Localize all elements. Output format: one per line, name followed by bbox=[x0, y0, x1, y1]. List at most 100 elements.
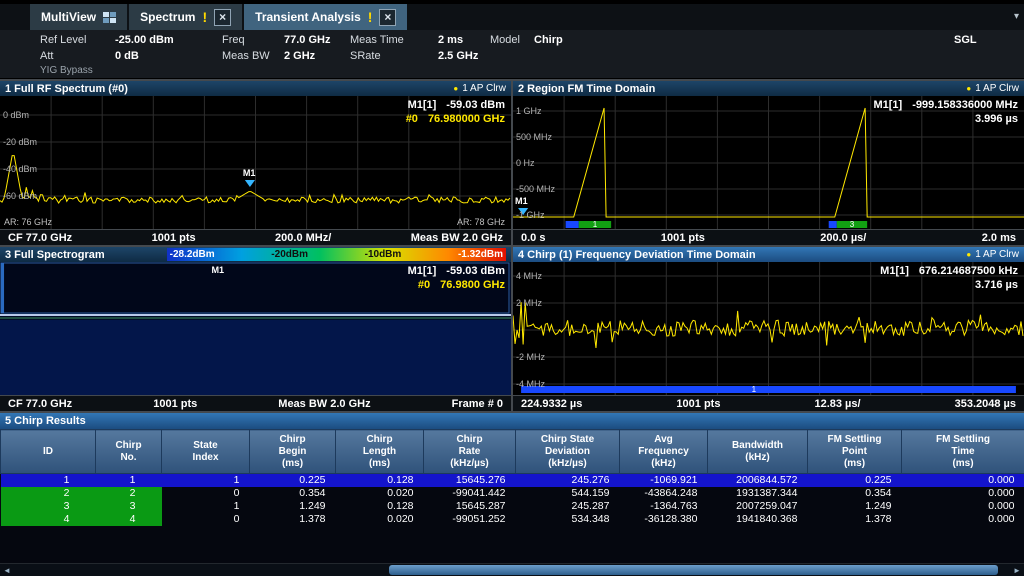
svg-text:M1: M1 bbox=[243, 168, 256, 178]
result-cell: -99051.252 bbox=[424, 513, 516, 526]
chirp-result-row[interactable]: 4401.3780.020-99051.252534.348-36128.380… bbox=[1, 513, 1024, 526]
result-cell: 2 bbox=[1, 487, 96, 500]
table-body: 1110.2250.12815645.276245.276-1069.92120… bbox=[1, 474, 1024, 527]
footer-readout: 224.9332 µs bbox=[521, 398, 582, 410]
trace-badge: ● 1 AP Clrw bbox=[453, 83, 506, 94]
footer-readout: 200.0 µs/ bbox=[820, 232, 866, 244]
window-title: 3 Full Spectrogram bbox=[5, 249, 105, 261]
result-cell: 0 bbox=[162, 487, 250, 500]
plot-footer: 0.0 s1001 pts200.0 µs/2.0 ms bbox=[513, 229, 1024, 245]
fm-time-domain-plot[interactable]: 13M1 M1[1]-999.158336000 MHz 3.996 µs 1 … bbox=[513, 96, 1024, 229]
result-cell: 0.128 bbox=[336, 500, 424, 513]
result-cell: 0 bbox=[162, 513, 250, 526]
horizontal-scrollbar[interactable]: ◄ ► bbox=[0, 563, 1024, 576]
srate-label: SRate bbox=[350, 50, 438, 62]
footer-readout: CF 77.0 GHz bbox=[8, 232, 72, 244]
settings-row-1: Ref Level -25.00 dBm Freq 77.0 GHz Meas … bbox=[40, 32, 1024, 48]
footer-readout: 200.0 MHz/ bbox=[275, 232, 331, 244]
att-value[interactable]: 0 dB bbox=[115, 50, 222, 62]
result-cell: 2 bbox=[96, 487, 162, 500]
ref-level-value[interactable]: -25.00 dBm bbox=[115, 34, 222, 46]
result-cell: 0.225 bbox=[250, 474, 336, 488]
footer-readout: 1001 pts bbox=[676, 398, 720, 410]
result-cell: 0.000 bbox=[902, 513, 1024, 526]
chirp-result-row[interactable]: 2200.3540.020-99041.442544.159-43864.248… bbox=[1, 487, 1024, 500]
column-header: ID bbox=[1, 430, 96, 474]
tab-transient-analysis[interactable]: Transient Analysis ! × bbox=[244, 4, 409, 30]
window-title: 1 Full RF Spectrum (#0) bbox=[5, 83, 128, 95]
column-header: FM Settling Point (ms) bbox=[808, 430, 902, 474]
colorbar-tick: -20dBm bbox=[271, 249, 308, 260]
chirp-result-row[interactable]: 3311.2490.12815645.287245.287-1364.76320… bbox=[1, 500, 1024, 513]
window-chirp-results: 5 Chirp Results IDChirp No.State IndexCh… bbox=[0, 411, 1024, 563]
result-cell: 1931387.344 bbox=[708, 487, 808, 500]
spectrogram-plot[interactable]: M1 M1[1]-59.03 dBm #076.9800 GHz bbox=[0, 262, 511, 395]
spectrogram-colorbar: -28.2dBm -20dBm -10dBm -1.32dBm bbox=[167, 248, 506, 261]
ref-level-label: Ref Level bbox=[40, 34, 115, 46]
result-cell: 1.378 bbox=[808, 513, 902, 526]
chirp-results-table: IDChirp No.State IndexChirp Begin (ms)Ch… bbox=[0, 429, 1024, 526]
yig-bypass-indicator: YIG Bypass bbox=[40, 64, 1024, 77]
settings-row-2: Att 0 dB Meas BW 2 GHz SRate 2.5 GHz bbox=[40, 48, 1024, 64]
window-header[interactable]: 3 Full Spectrogram -28.2dBm -20dBm -10dB… bbox=[0, 247, 511, 262]
column-header: Chirp Length (ms) bbox=[336, 430, 424, 474]
srate-value[interactable]: 2.5 GHz bbox=[438, 50, 490, 62]
close-icon[interactable]: × bbox=[214, 9, 231, 26]
window-full-spectrogram: 3 Full Spectrogram -28.2dBm -20dBm -10dB… bbox=[0, 247, 511, 411]
freq-value[interactable]: 77.0 GHz bbox=[284, 34, 350, 46]
tab-label: Transient Analysis bbox=[255, 10, 361, 24]
frequency-deviation-plot[interactable]: 1 M1[1]676.214687500 kHz 3.716 µs 4 MHz2… bbox=[513, 262, 1024, 395]
result-cell: -99041.442 bbox=[424, 487, 516, 500]
footer-readout: 1001 pts bbox=[153, 398, 197, 410]
footer-readout: Frame # 0 bbox=[452, 398, 503, 410]
footer-readout: Meas BW 2.0 GHz bbox=[411, 232, 503, 244]
column-header: State Index bbox=[162, 430, 250, 474]
meas-bw-value[interactable]: 2 GHz bbox=[284, 50, 350, 62]
scrollbar-thumb[interactable] bbox=[389, 565, 998, 575]
rf-spectrum-plot[interactable]: M1 M1[1]-59.03 dBm #076.980000 GHz AR: 7… bbox=[0, 96, 511, 229]
window-header[interactable]: 4 Chirp (1) Frequency Deviation Time Dom… bbox=[513, 247, 1024, 262]
window-header[interactable]: 2 Region FM Time Domain ● 1 AP Clrw bbox=[513, 81, 1024, 96]
close-icon[interactable]: × bbox=[379, 9, 396, 26]
colorbar-tick: -10dBm bbox=[365, 249, 402, 260]
svg-text:M1: M1 bbox=[515, 196, 528, 206]
window-title: 2 Region FM Time Domain bbox=[518, 83, 655, 95]
multiview-grid-icon bbox=[103, 12, 116, 23]
tab-multiview[interactable]: MultiView bbox=[30, 4, 129, 30]
window-header[interactable]: 1 Full RF Spectrum (#0) ● 1 AP Clrw bbox=[0, 81, 511, 96]
result-cell: 0.000 bbox=[902, 500, 1024, 513]
window-header[interactable]: 5 Chirp Results bbox=[0, 413, 1024, 429]
tab-label: MultiView bbox=[41, 10, 96, 24]
column-header: FM Settling Time (ms) bbox=[902, 430, 1024, 474]
result-cell: 4 bbox=[1, 513, 96, 526]
scroll-left-icon[interactable]: ◄ bbox=[0, 564, 14, 576]
window-region-fm-time-domain: 2 Region FM Time Domain ● 1 AP Clrw 13M1… bbox=[513, 81, 1024, 245]
model-value[interactable]: Chirp bbox=[534, 34, 954, 46]
result-cell: 15645.287 bbox=[424, 500, 516, 513]
result-cell: 1 bbox=[162, 500, 250, 513]
footer-readout: 353.2048 µs bbox=[955, 398, 1016, 410]
freq-label: Freq bbox=[222, 34, 284, 46]
column-header: Chirp State Deviation (kHz/µs) bbox=[516, 430, 620, 474]
analyzer-screen: MultiView Spectrum ! × Transient Analysi… bbox=[0, 0, 1024, 576]
meas-bw-label: Meas BW bbox=[222, 50, 284, 62]
tab-spectrum[interactable]: Spectrum ! × bbox=[129, 4, 244, 30]
result-cell: 0.128 bbox=[336, 474, 424, 488]
window-full-rf-spectrum: 1 Full RF Spectrum (#0) ● 1 AP Clrw M1 M… bbox=[0, 81, 511, 245]
result-cell: 1 bbox=[96, 474, 162, 488]
scroll-right-icon[interactable]: ► bbox=[1010, 564, 1024, 576]
footer-readout: 12.83 µs/ bbox=[814, 398, 860, 410]
trace-color-icon: ● bbox=[966, 250, 971, 259]
trace-mode-label: 1 AP Clrw bbox=[975, 83, 1019, 94]
result-cell: 0.020 bbox=[336, 513, 424, 526]
footer-readout: 0.0 s bbox=[521, 232, 545, 244]
chirp-result-row[interactable]: 1110.2250.12815645.276245.276-1069.92120… bbox=[1, 474, 1024, 488]
result-cell: 0.354 bbox=[250, 487, 336, 500]
result-cell: 0.000 bbox=[902, 487, 1024, 500]
frequency-deviation-chart: 1 bbox=[513, 262, 1024, 395]
meas-time-value[interactable]: 2 ms bbox=[438, 34, 490, 46]
result-cell: 3 bbox=[1, 500, 96, 513]
result-cell: 1 bbox=[1, 474, 96, 488]
chevron-down-icon[interactable]: ▾ bbox=[1014, 11, 1019, 22]
result-cell: 0.354 bbox=[808, 487, 902, 500]
